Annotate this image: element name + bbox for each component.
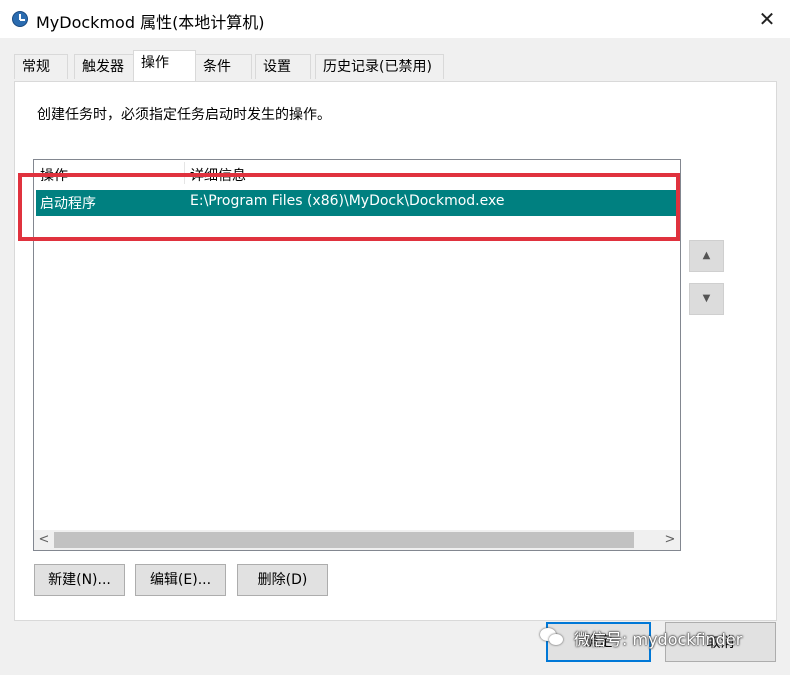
list-row[interactable]: 启动程序 E:\Program Files (x86)\MyDock\Dockm… (36, 190, 678, 216)
window-title: MyDockmod 属性(本地计算机) (36, 13, 265, 32)
column-divider[interactable] (184, 162, 185, 184)
scroll-thumb[interactable] (54, 532, 634, 548)
tab-triggers[interactable]: 触发器 (74, 54, 136, 79)
instruction-text: 创建任务时，必须指定任务启动时发生的操作。 (37, 107, 331, 123)
title-bar: MyDockmod 属性(本地计算机) ✕ (0, 0, 790, 38)
row-action-cell: 启动程序 (40, 196, 96, 212)
tab-conditions[interactable]: 条件 (195, 54, 252, 79)
scroll-right-arrow-icon[interactable]: > (660, 530, 680, 550)
row-details-cell: E:\Program Files (x86)\MyDock\Dockmod.ex… (190, 193, 505, 209)
edit-action-button[interactable]: 编辑(E)... (135, 564, 226, 596)
tab-strip: 常规 触发器 操作 条件 设置 历史记录(已禁用) (0, 38, 790, 82)
horizontal-scrollbar[interactable]: < > (34, 530, 680, 550)
list-header: 操作 详细信息 (34, 160, 680, 186)
column-header-action[interactable]: 操作 (40, 165, 68, 185)
watermark-text: 微信号: mydockfinder (574, 630, 743, 649)
delete-action-button[interactable]: 删除(D) (237, 564, 328, 596)
new-action-button[interactable]: 新建(N)... (34, 564, 125, 596)
tab-actions[interactable]: 操作 (133, 50, 196, 81)
column-header-details[interactable]: 详细信息 (190, 165, 246, 185)
wechat-icon (540, 628, 566, 648)
move-up-button[interactable]: ▲ (689, 240, 724, 272)
actions-panel: 创建任务时，必须指定任务启动时发生的操作。 操作 详细信息 启动程序 E:\Pr… (14, 81, 777, 621)
clock-icon (12, 11, 28, 27)
tab-general[interactable]: 常规 (14, 54, 68, 79)
watermark: 微信号: mydockfinder (540, 625, 742, 651)
actions-list[interactable]: 操作 详细信息 启动程序 E:\Program Files (x86)\MyDo… (33, 159, 681, 551)
tab-history[interactable]: 历史记录(已禁用) (315, 54, 444, 79)
tab-settings[interactable]: 设置 (255, 54, 311, 79)
scroll-left-arrow-icon[interactable]: < (34, 530, 54, 550)
move-down-button[interactable]: ▼ (689, 283, 724, 315)
close-icon[interactable]: ✕ (744, 0, 790, 38)
